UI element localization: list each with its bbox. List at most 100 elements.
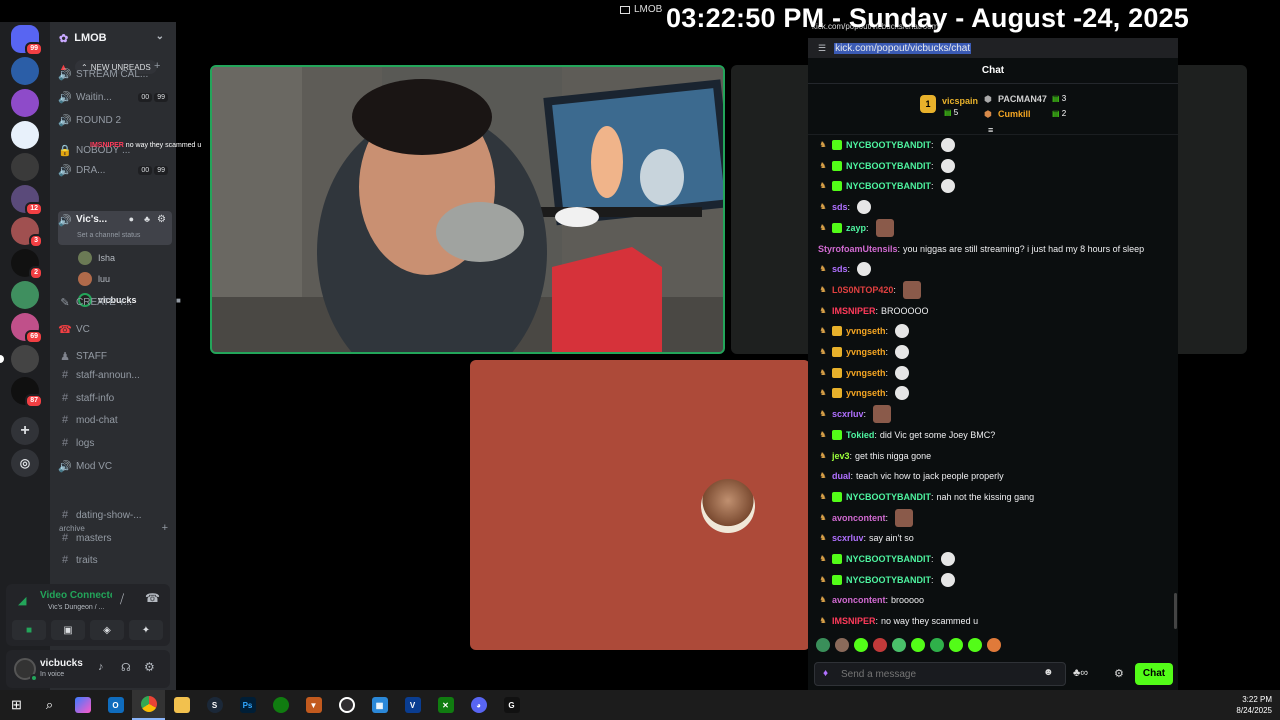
chat-username[interactable]: yvngseth [846,347,886,357]
username[interactable]: vicbucks [40,658,83,669]
voice-user-isha[interactable]: Isha [78,248,115,268]
emote[interactable] [816,638,830,652]
channel-status[interactable]: Set a channel status [77,232,140,239]
voice-user-luu[interactable]: luu [78,269,110,289]
add-member-icon[interactable]: ♣ [144,214,150,224]
chat-send-button[interactable]: Chat [1135,663,1173,685]
server-icon-server-stream[interactable]: 2 [11,249,43,280]
server-icon-server-nss[interactable]: 87 [11,377,43,408]
add-server-icon[interactable]: + [11,417,39,445]
channel-item[interactable]: # dating-show-... [58,505,172,525]
emote[interactable] [987,638,1001,652]
chat-username[interactable]: sds [832,202,848,212]
vegas-button[interactable]: V [396,690,429,720]
message-input-box[interactable]: ♦ ☻ [814,662,1066,686]
emote[interactable] [892,638,906,652]
message-input[interactable] [841,666,1031,682]
microphone-icon[interactable]: ♦ [823,668,828,679]
expand-icon[interactable]: ≡ [988,125,993,135]
channel-item[interactable]: # mod-chat [58,410,172,430]
chat-username[interactable]: Tokied [846,430,874,440]
outlook-button[interactable]: O [99,690,132,720]
chat-username[interactable]: StyrofoamUtensils [818,244,898,254]
video-tile-vicbucks[interactable] [210,65,725,354]
address-bar[interactable]: ☰ kick.com/popout/vicbucks/chat [808,38,1178,58]
chat-username[interactable]: IMSNIPER [832,306,876,316]
site-settings-icon[interactable]: ☰ [818,43,826,54]
emote[interactable] [968,638,982,652]
server-icon-server-blue-logo[interactable] [11,121,39,149]
shield-app-button[interactable]: ▼ [297,690,330,720]
server-icon-discord-home[interactable]: 99 [11,25,43,56]
emote[interactable] [854,638,868,652]
channel-item[interactable]: 🔊 Mod VC [58,456,172,476]
g-hub-button[interactable]: G [495,690,528,720]
chat-username[interactable]: scxrluv [832,533,864,543]
headphones-icon[interactable]: ☊ [121,661,131,674]
chrome-button[interactable] [132,690,165,720]
server-icon-better-days-ahead[interactable] [11,57,39,85]
search-button[interactable]: ⌕ [33,690,66,720]
channel-item[interactable]: 🔊 Waitin... 00 99 [58,87,172,107]
chat-username[interactable]: avoncontent [832,513,886,523]
start-button[interactable]: ⊞ [0,690,33,720]
chat-bubble-icon[interactable]: ● [129,214,134,224]
guild-header[interactable]: ✿ LMOB ⌄ [50,22,176,54]
chat-username[interactable]: NYCBOOTYBANDIT [846,575,931,585]
noise-suppression-icon[interactable]: ⧸ [120,592,124,607]
server-icon-server-anime[interactable]: 12 [11,185,43,216]
channel-item[interactable]: # staff-announ... [58,365,172,385]
chat-username[interactable]: yvngseth [846,388,886,398]
chat-username[interactable]: IMSNIPER [832,616,876,626]
screen-share-button[interactable]: ▣ [51,620,85,640]
chat-settings-icon[interactable]: ⚙ [1114,667,1124,680]
leader-2-name[interactable]: PACMAN47 [998,94,1047,104]
server-icon-server-lmob[interactable] [0,345,39,373]
chat-username[interactable]: sds [832,264,848,274]
channel-item[interactable]: # traits [58,550,172,570]
channel-item[interactable]: ☎ VC [58,319,172,339]
channel-item[interactable]: 🔊 STREAM CAL... [58,64,172,84]
discover-icon[interactable]: ◎ [11,449,39,477]
settings-icon[interactable]: ⚙ [144,660,155,674]
voice-location[interactable]: Vic's Dungeon / ... [48,604,118,611]
channel-item[interactable]: ♟ STAFF [58,346,172,366]
chat-username[interactable]: NYCBOOTYBANDIT [846,554,931,564]
store-button[interactable]: ▦ [363,690,396,720]
chat-username[interactable]: NYCBOOTYBANDIT [846,492,931,502]
emote[interactable] [911,638,925,652]
camera-button[interactable]: ■ [12,620,46,640]
channel-item[interactable]: # staff-info [58,388,172,408]
emote[interactable] [873,638,887,652]
photoshop-button[interactable]: Ps [231,690,264,720]
copilot-button[interactable] [66,690,99,720]
chat-username[interactable]: avoncontent [832,595,886,605]
soundboard-button[interactable]: ✦ [129,620,163,640]
chat-username[interactable]: jev3 [832,451,850,461]
channel-item[interactable]: # masters [58,528,172,548]
leader-3-name[interactable]: Cumkill [998,109,1031,119]
chat-scrollbar[interactable] [1174,593,1177,629]
server-icon-server-pink[interactable]: 69 [11,313,43,344]
channel-item[interactable]: ✎ CREATE Y... [58,292,172,312]
emote[interactable] [930,638,944,652]
discord-button[interactable]: ◕ [462,690,495,720]
chat-username[interactable]: yvngseth [846,368,886,378]
disconnect-icon[interactable]: ☎ [145,591,160,605]
chat-username[interactable]: NYCBOOTYBANDIT [846,161,931,171]
channel-item[interactable]: # logs [58,433,172,453]
obs-button[interactable] [330,690,363,720]
chat-username[interactable]: scxrluv [832,409,864,419]
channel-item[interactable]: 🔊 ROUND 2 [58,110,172,130]
xbox-app-button[interactable] [264,690,297,720]
server-icon-server-green[interactable] [11,281,39,309]
chat-username[interactable]: L0S0NTOP420 [832,285,893,295]
chat-username[interactable]: NYCBOOTYBANDIT [846,181,931,191]
channel-item[interactable]: 🔊 DRA... 00 99 [58,160,172,180]
system-clock[interactable]: 3:22 PM 8/24/2025 [1236,694,1272,716]
chat-username[interactable]: NYCBOOTYBANDIT [846,140,931,150]
points-icon[interactable]: ♣∞ [1073,667,1088,679]
video-tile-avatar[interactable] [470,360,810,650]
microphone-icon[interactable]: ♪ [98,661,104,673]
emote[interactable] [835,638,849,652]
